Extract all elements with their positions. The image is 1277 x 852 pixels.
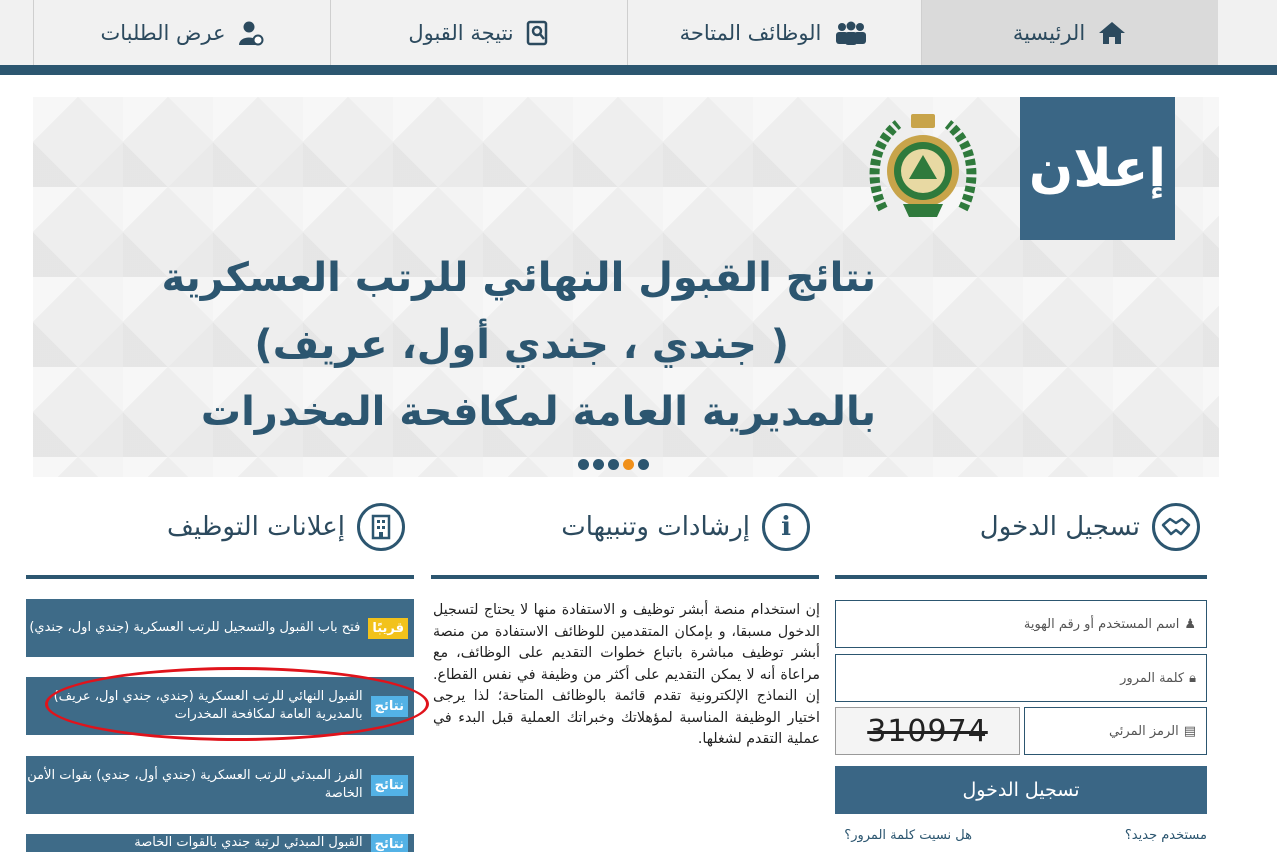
password-placeholder: كلمة المرور xyxy=(1120,670,1185,686)
login-divider xyxy=(835,575,1207,579)
carousel-dot-1[interactable] xyxy=(578,459,589,470)
anti-narcotics-emblem-icon xyxy=(863,109,983,229)
nav-acceptance-result-label: نتيجة القبول xyxy=(408,20,514,45)
banner-headline-line1: نتائج القبول النهائي للرتب العسكرية xyxy=(161,255,876,301)
announcement-banner[interactable]: إعلان نتائج القبول النهائي للرتب العسكري… xyxy=(33,97,1219,477)
soon-badge: قريبًا xyxy=(368,617,408,639)
news-item[interactable]: نتائج الفرز المبدئي للرتب العسكرية (جندي… xyxy=(26,756,414,814)
password-field[interactable]: 🔒︎ كلمة المرور xyxy=(835,654,1207,702)
news-item-text: القبول المبدئي لرتبة جندي بالقوات الخاصة xyxy=(134,835,363,850)
guide-divider xyxy=(431,575,819,579)
news-item-text: فتح باب القبول والتسجيل للرتب العسكرية (… xyxy=(29,620,361,635)
news-title: إعلانات التوظيف xyxy=(166,512,345,542)
forgot-password-link[interactable]: هل نسيت كلمة المرور؟ xyxy=(844,828,972,843)
carousel-dot-3[interactable] xyxy=(608,459,619,470)
user-icon: ♟ xyxy=(1184,616,1196,632)
nav-view-requests[interactable]: عرض الطلبات xyxy=(33,0,330,65)
carousel-dot-2[interactable] xyxy=(593,459,604,470)
carousel-dot-4-active[interactable] xyxy=(623,459,634,470)
banner-headline-line2: ( جندي ، جندي أول، عريف) xyxy=(254,322,789,368)
login-section-header: تسجيل الدخول xyxy=(980,497,1200,557)
news-item[interactable]: نتائج القبول المبدئي لرتبة جندي بالقوات … xyxy=(26,834,414,852)
announcement-badge: إعلان xyxy=(1020,97,1175,240)
news-item-text: الفرز المبدئي للرتب العسكرية (جندي أول، … xyxy=(27,768,363,801)
handshake-icon xyxy=(1152,503,1200,551)
search-document-icon xyxy=(526,20,550,46)
nav-home[interactable]: الرئيسية xyxy=(921,0,1218,65)
guide-text: إن استخدام منصة أبشر توظيف و الاستفادة م… xyxy=(433,602,820,747)
username-placeholder: اسم المستخدم أو رقم الهوية xyxy=(1023,616,1180,632)
captcha-placeholder: الرمز المرئي xyxy=(1108,723,1179,739)
results-badge: نتائج xyxy=(370,834,408,852)
banner-headline-line3: بالمديرية العامة لمكافحة المخدرات xyxy=(200,389,876,435)
login-title: تسجيل الدخول xyxy=(979,512,1140,542)
info-icon: i xyxy=(762,503,810,551)
user-settings-icon xyxy=(238,20,264,46)
username-field[interactable]: ♟ اسم المستخدم أو رقم الهوية xyxy=(835,600,1207,648)
news-section-header: إعلانات التوظيف xyxy=(167,497,405,557)
new-user-link[interactable]: مستخدم جديد؟ xyxy=(1125,828,1207,843)
login-button[interactable]: تسجيل الدخول xyxy=(835,766,1207,814)
nav-acceptance-result[interactable]: نتيجة القبول xyxy=(330,0,627,65)
building-icon xyxy=(357,503,405,551)
carousel-dot-5[interactable] xyxy=(638,459,649,470)
news-divider xyxy=(26,575,414,579)
news-item[interactable]: قريبًا فتح باب القبول والتسجيل للرتب الع… xyxy=(26,599,414,657)
image-icon: ▤ xyxy=(1183,723,1196,739)
nav-view-requests-label: عرض الطلبات xyxy=(100,20,226,45)
people-icon xyxy=(833,20,869,46)
guide-title: إرشادات وتنبيهات xyxy=(561,512,750,542)
captcha-text: 310974 xyxy=(867,713,988,749)
home-icon xyxy=(1097,20,1127,46)
captcha-image: 310974 xyxy=(835,707,1020,755)
nav-available-jobs-label: الوظائف المتاحة xyxy=(679,20,822,45)
captcha-field[interactable]: ▤ الرمز المرئي xyxy=(1024,707,1207,755)
nav-home-label: الرئيسية xyxy=(1012,20,1086,45)
guide-section-header: i إرشادات وتنبيهات xyxy=(561,497,810,557)
lock-icon: 🔒︎ xyxy=(1189,670,1196,686)
carousel-indicators xyxy=(578,459,649,470)
top-navigation: الرئيسية الوظائف المتاحة نتيجة القبول عر… xyxy=(0,0,1277,75)
results-badge: نتائج xyxy=(370,774,408,796)
highlight-annotation xyxy=(45,667,429,741)
nav-available-jobs[interactable]: الوظائف المتاحة xyxy=(627,0,921,65)
